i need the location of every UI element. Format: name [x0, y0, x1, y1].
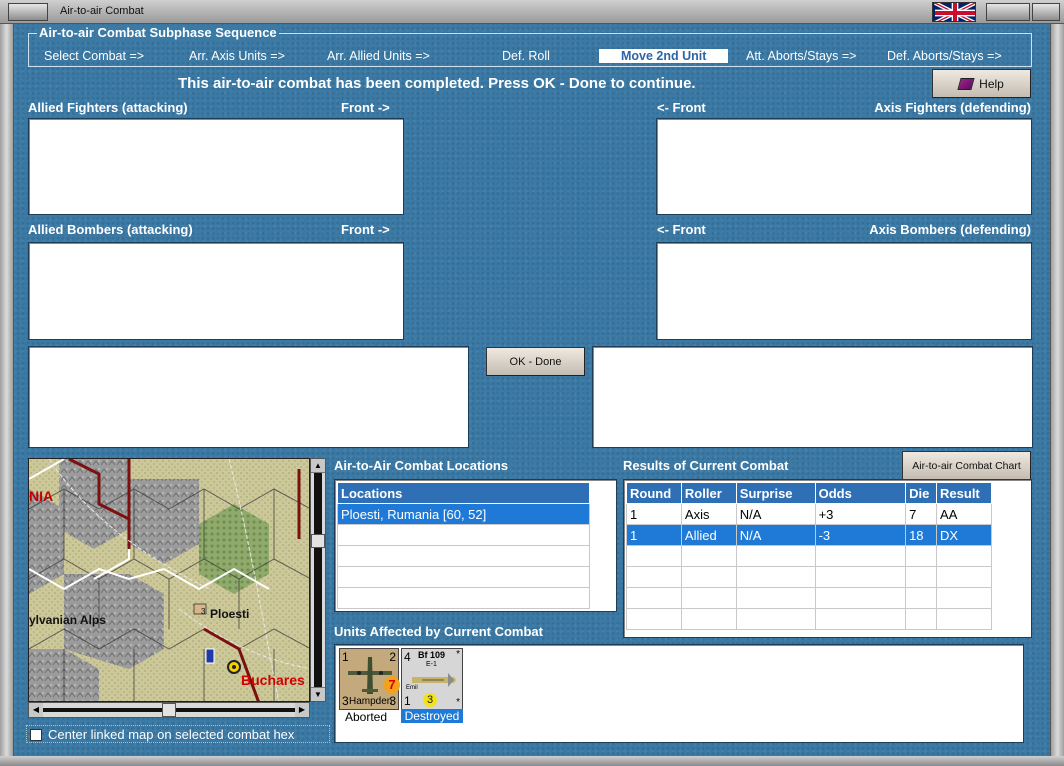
help-label: Help: [979, 76, 1004, 91]
locations-heading: Air-to-Air Combat Locations: [334, 458, 509, 473]
results-col-die[interactable]: Die: [905, 482, 938, 504]
linked-map[interactable]: NIA ylvanian Alps 3 Ploesti Buchares: [28, 458, 310, 702]
help-book-icon: [957, 77, 975, 90]
location-row[interactable]: [337, 545, 590, 567]
attacker-detail-box: [28, 346, 469, 448]
minimize-button[interactable]: [986, 3, 1030, 21]
map-horizontal-scrollbar[interactable]: ◀ ▶: [28, 702, 310, 718]
step-def-roll: Def. Roll: [502, 49, 550, 63]
location-row[interactable]: [337, 587, 590, 609]
allied-fighters-label: Allied Fighters (attacking): [28, 100, 188, 115]
unit-status-destroyed: Destroyed: [401, 709, 463, 723]
close-button[interactable]: [1032, 3, 1060, 21]
results-row[interactable]: 1 Allied N/A -3 18 DX: [626, 524, 992, 546]
step-arr-allied-units: Arr. Allied Units =>: [327, 49, 430, 63]
step-move-2nd-unit: Move 2nd Unit: [599, 49, 729, 63]
unit-name: Hampden: [349, 696, 393, 707]
results-row[interactable]: 1 Axis N/A +3 7 AA: [626, 503, 992, 525]
results-row[interactable]: [626, 545, 992, 567]
step-def-aborts-stays: Def. Aborts/Stays =>: [887, 49, 1002, 63]
step-att-aborts-stays: Att. Aborts/Stays =>: [746, 49, 857, 63]
allied-bombers-front-label: Front ->: [341, 222, 390, 237]
map-vertical-scrollbar[interactable]: ▲ ▼: [310, 458, 326, 702]
location-row[interactable]: [337, 524, 590, 546]
map-city-marker: 3: [201, 607, 206, 616]
scroll-down-arrow-icon[interactable]: ▼: [311, 687, 325, 701]
locations-column-header[interactable]: Locations: [337, 482, 590, 504]
ok-done-button[interactable]: OK - Done: [486, 347, 585, 376]
status-message: This air-to-air combat has been complete…: [178, 75, 696, 92]
results-table: Round Roller Surprise Odds Die Result 1A…: [626, 482, 992, 630]
center-map-checkbox-row[interactable]: Center linked map on selected combat hex: [26, 725, 330, 743]
help-button[interactable]: Help: [932, 69, 1031, 98]
title-bar: Air-to-air Combat: [0, 0, 1064, 24]
map-city-bucharest: Buchares: [241, 672, 305, 688]
axis-bombers-box[interactable]: [656, 242, 1032, 340]
results-col-odds[interactable]: Odds: [814, 482, 907, 504]
axis-bombers-label: Axis Bombers (defending): [869, 222, 1031, 237]
units-affected-heading: Units Affected by Current Combat: [334, 624, 543, 639]
results-col-surprise[interactable]: Surprise: [735, 482, 816, 504]
results-col-result[interactable]: Result: [936, 482, 992, 504]
right-frame: [1050, 24, 1064, 766]
results-heading: Results of Current Combat: [623, 458, 789, 473]
axis-fighters-box[interactable]: [656, 118, 1032, 215]
scroll-up-arrow-icon[interactable]: ▲: [311, 459, 325, 473]
center-map-checkbox-label: Center linked map on selected combat hex: [48, 727, 295, 742]
scroll-thumb[interactable]: [311, 534, 325, 548]
results-row[interactable]: [626, 608, 992, 630]
unit-badge: 3: [423, 693, 437, 707]
air-to-air-combat-window: Air-to-air Combat Air-to-air Combat Subp…: [0, 0, 1064, 766]
scroll-track: [314, 473, 322, 687]
unit-counter-hampden[interactable]: 1 2 3 Hampden 3 7: [339, 648, 400, 710]
unit-badge: 7: [384, 676, 400, 694]
scroll-right-arrow-icon[interactable]: ▶: [295, 703, 309, 717]
allied-fighters-box[interactable]: [28, 118, 404, 215]
axis-fighters-label: Axis Fighters (defending): [874, 100, 1031, 115]
bottom-frame: [0, 756, 1064, 766]
results-col-round[interactable]: Round: [626, 482, 682, 504]
map-city-ploesti: Ploesti: [210, 607, 250, 621]
scroll-thumb-h[interactable]: [162, 703, 176, 717]
subphase-heading: Air-to-air Combat Subphase Sequence: [37, 25, 279, 40]
results-table-box: Round Roller Surprise Odds Die Result 1A…: [623, 479, 1032, 638]
unit-name: Bf 109: [418, 650, 446, 660]
uk-flag-icon: [932, 2, 976, 22]
allied-bombers-box[interactable]: [28, 242, 404, 340]
center-map-checkbox[interactable]: [30, 729, 42, 741]
location-row[interactable]: Ploesti, Rumania [60, 52]: [337, 503, 590, 525]
axis-fighters-front-label: <- Front: [657, 100, 706, 115]
subphase-sequence-group: Air-to-air Combat Subphase Sequence Sele…: [28, 25, 1032, 67]
results-col-roller[interactable]: Roller: [680, 482, 737, 504]
defender-detail-box: [592, 346, 1033, 448]
location-row[interactable]: [337, 566, 590, 588]
units-affected-box: 1 2 3 Hampden 3 7 Aborted 4 Bf 109 E-1 *…: [334, 644, 1024, 743]
step-arr-axis-units: Arr. Axis Units =>: [189, 49, 285, 63]
map-region-label: NIA: [29, 488, 54, 504]
scroll-left-arrow-icon[interactable]: ◀: [29, 703, 43, 717]
air-to-air-combat-chart-button[interactable]: Air-to-air Combat Chart: [902, 451, 1031, 480]
allied-bombers-label: Allied Bombers (attacking): [28, 222, 193, 237]
left-frame: [0, 24, 14, 766]
unit-status-aborted: Aborted: [345, 710, 388, 724]
map-mountains-label: ylvanian Alps: [29, 613, 106, 627]
system-menu-button[interactable]: [8, 3, 48, 21]
unit-counter-bf109[interactable]: 4 Bf 109 E-1 * Emil 1 3 *: [401, 648, 463, 710]
step-select-combat: Select Combat =>: [44, 49, 145, 63]
axis-bombers-front-label: <- Front: [657, 222, 706, 237]
window-title: Air-to-air Combat: [60, 5, 144, 17]
locations-list[interactable]: Locations Ploesti, Rumania [60, 52]: [334, 479, 617, 612]
allied-fighters-front-label: Front ->: [341, 100, 390, 115]
results-row[interactable]: [626, 587, 992, 609]
map-hexes: [29, 459, 309, 701]
results-row[interactable]: [626, 566, 992, 588]
